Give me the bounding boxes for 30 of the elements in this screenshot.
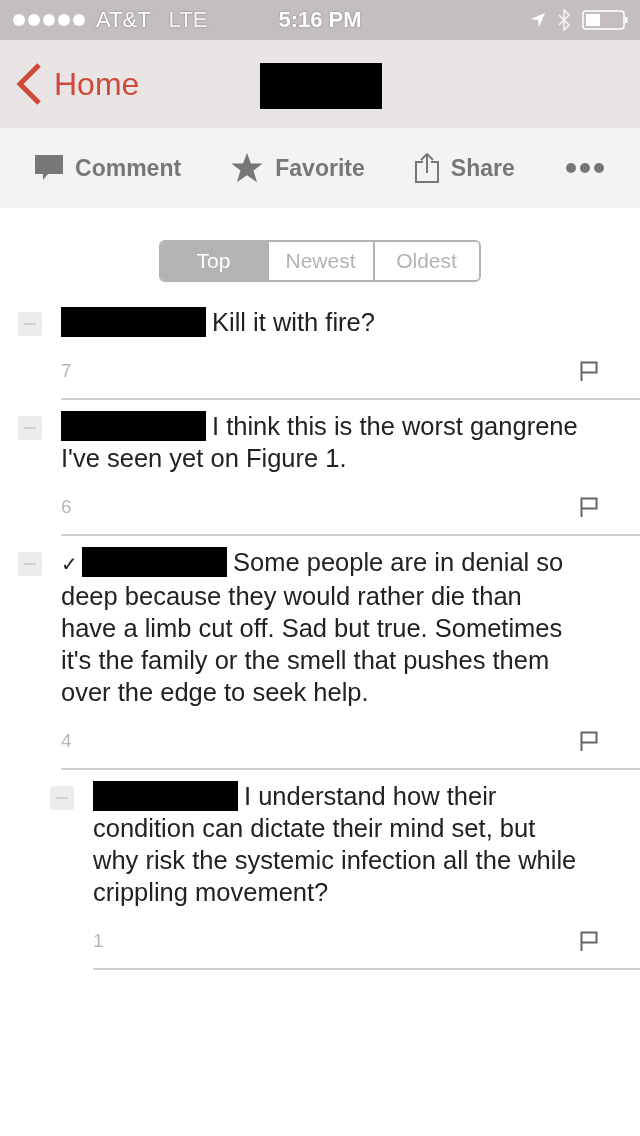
vote-count: 4 — [61, 730, 72, 752]
comment-text: Kill it with fire? — [61, 306, 582, 338]
favorite-button[interactable]: Favorite — [231, 153, 365, 183]
share-button[interactable]: Share — [414, 153, 515, 183]
vote-count: 7 — [61, 360, 72, 382]
share-icon — [414, 153, 439, 183]
more-button[interactable] — [564, 162, 605, 174]
comment-text: I understand how their condition can dictate their mind set, but why risk the systemic infection all the while crippling movement? — [93, 780, 578, 908]
flag-icon[interactable] — [580, 931, 598, 951]
flag-icon[interactable] — [580, 361, 598, 381]
battery-icon — [582, 10, 628, 30]
clock-time: 5:16 PM — [278, 7, 362, 33]
star-icon — [231, 153, 264, 183]
carrier-label: AT&T — [96, 7, 151, 33]
flag-icon[interactable] — [580, 497, 598, 517]
comment-button[interactable]: Comment — [35, 154, 182, 182]
signal-icon — [12, 13, 88, 27]
sort-tab[interactable]: Top — [160, 242, 267, 280]
location-icon — [530, 12, 546, 28]
flag-icon[interactable] — [580, 731, 598, 751]
chevron-left-icon — [16, 63, 42, 105]
comment-text: I think this is the worst gangrene I've seen yet on Figure 1. — [61, 410, 579, 474]
sort-tab[interactable]: Oldest — [372, 242, 479, 280]
vote-count: 6 — [61, 496, 72, 518]
bluetooth-icon — [558, 9, 570, 31]
speech-bubble-icon — [35, 155, 64, 181]
back-button[interactable]: Home — [0, 63, 140, 105]
more-icon — [564, 162, 605, 174]
comment-text: ✓ Some people are in denial so deep because they would rather die than have a limb cut off. Sad but true. Sometimes it's the family or the smell that pushes them over the edge to seek help. — [61, 546, 565, 708]
vote-count: 1 — [93, 930, 104, 952]
